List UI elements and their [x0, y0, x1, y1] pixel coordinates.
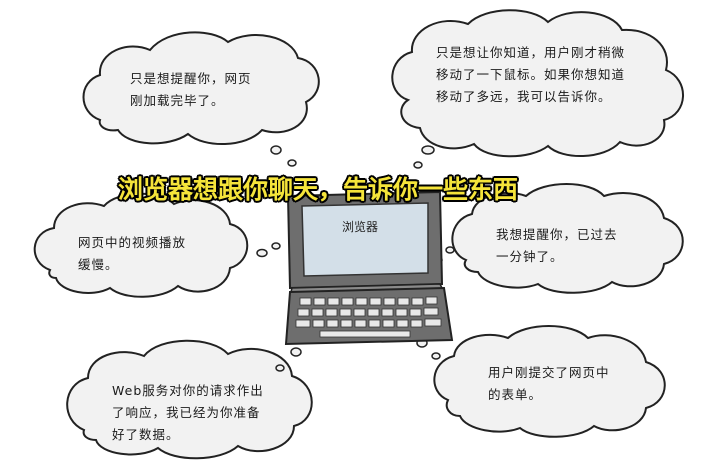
laptop-screen-label: 浏览器	[341, 220, 378, 234]
bubble-server-response-text: Web服务对你的请求作出 了响应，我已经为你准备 好了数据。	[112, 383, 264, 442]
bubble-mouse-moved-text: 只是想让你知道，用户刚才稍微 移动了一下鼠标。如果你想知道 移动了多远，我可以告…	[436, 45, 626, 104]
bubble-video-buffering-text: 网页中的视频播放 缓慢。	[78, 235, 187, 272]
illustration: 浏览器 只是想提醒你，网页 刚加载完毕了。 只是想让你知道，用户刚才稍微 移动了…	[0, 0, 710, 471]
bubble-minute-passed-text: 我想提醒你，已过去 一分钟了。	[496, 227, 618, 264]
bubble-form-submitted-text: 用户刚提交了网页中 的表单。	[488, 365, 610, 402]
laptop	[284, 190, 454, 346]
page-title: 浏览器想跟你聊天，告诉你一些东西	[118, 175, 519, 204]
laptop-screen	[301, 202, 429, 277]
bubble-page-loaded-text: 只是想提醒你，网页 刚加载完毕了。	[130, 71, 252, 108]
